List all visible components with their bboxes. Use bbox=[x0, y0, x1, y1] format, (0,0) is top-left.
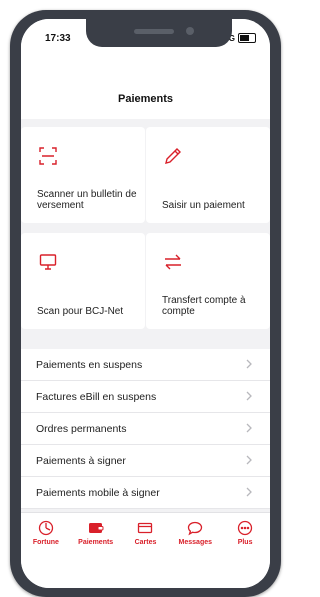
tab-cartes[interactable]: Cartes bbox=[121, 513, 171, 553]
phone-frame: 17:33 4G Paiements Scanner un bulletin d… bbox=[10, 10, 281, 597]
tile-label: Saisir un paiement bbox=[162, 200, 245, 211]
tab-label: Plus bbox=[237, 539, 253, 546]
battery-icon bbox=[238, 33, 256, 43]
card-icon bbox=[138, 522, 153, 534]
list-item-label: Ordres permanents bbox=[36, 423, 127, 435]
tile-label: Scanner un bulletin de versement bbox=[37, 189, 137, 211]
tile-label: Scan pour BCJ-Net bbox=[37, 306, 124, 317]
tile-saisir-paiement[interactable]: Saisir un paiement bbox=[146, 127, 270, 223]
list-item[interactable]: Ordres permanents bbox=[21, 413, 270, 445]
tab-bar: Fortune Paiements Cartes Messages Plus bbox=[21, 512, 270, 553]
chevron-right-icon bbox=[246, 359, 252, 369]
phone-notch bbox=[86, 19, 232, 47]
speaker-grille bbox=[134, 29, 174, 34]
tab-label: Paiements bbox=[78, 539, 114, 546]
list-item-label: Paiements en suspens bbox=[36, 359, 143, 371]
list-item-label: Paiements à signer bbox=[36, 455, 126, 467]
tab-label: Fortune bbox=[32, 539, 59, 546]
list-item[interactable]: Paiements mobile à signer bbox=[21, 477, 270, 509]
monitor-icon bbox=[39, 254, 57, 270]
page-title: Paiements bbox=[117, 93, 174, 105]
more-icon bbox=[237, 520, 253, 536]
tab-fortune[interactable]: Fortune bbox=[21, 513, 71, 553]
list-item[interactable]: Paiements à signer bbox=[21, 445, 270, 477]
tile-label: Transfert compte à compte bbox=[162, 295, 246, 317]
tab-label: Cartes bbox=[134, 539, 157, 546]
tile-scan-bulletin[interactable]: Scanner un bulletin de versement bbox=[21, 127, 145, 223]
list-item-label: Paiements mobile à signer bbox=[36, 487, 160, 499]
list-item[interactable]: Factures eBill en suspens bbox=[21, 381, 270, 413]
list-item[interactable]: Paiements en suspens bbox=[21, 349, 270, 381]
transfer-arrows-icon bbox=[165, 254, 181, 270]
tile-scan-bcj[interactable]: Scan pour BCJ-Net bbox=[21, 233, 145, 329]
home-indicator-area bbox=[21, 553, 270, 588]
tab-messages[interactable]: Messages bbox=[170, 513, 220, 553]
chevron-right-icon bbox=[246, 455, 252, 465]
chat-bubble-icon bbox=[188, 521, 203, 536]
tile-transfert[interactable]: Transfert compte à compte bbox=[146, 233, 270, 329]
screen: 17:33 4G Paiements Scanner un bulletin d… bbox=[21, 19, 270, 588]
list-item-label: Factures eBill en suspens bbox=[36, 391, 157, 403]
wallet-icon bbox=[88, 523, 104, 533]
tab-plus[interactable]: Plus bbox=[220, 513, 270, 553]
tab-paiements[interactable]: Paiements bbox=[71, 513, 121, 553]
scan-frame-icon bbox=[39, 147, 57, 165]
status-time: 17:33 bbox=[45, 33, 71, 44]
payments-list: Paiements en suspens Factures eBill en s… bbox=[21, 349, 270, 509]
chevron-right-icon bbox=[246, 423, 252, 433]
front-camera bbox=[186, 27, 194, 35]
page-header: Paiements bbox=[21, 59, 270, 119]
tab-label: Messages bbox=[178, 539, 213, 546]
chevron-right-icon bbox=[246, 487, 252, 497]
fortune-icon bbox=[38, 520, 54, 536]
pencil-icon bbox=[165, 148, 181, 164]
chevron-right-icon bbox=[246, 391, 252, 401]
